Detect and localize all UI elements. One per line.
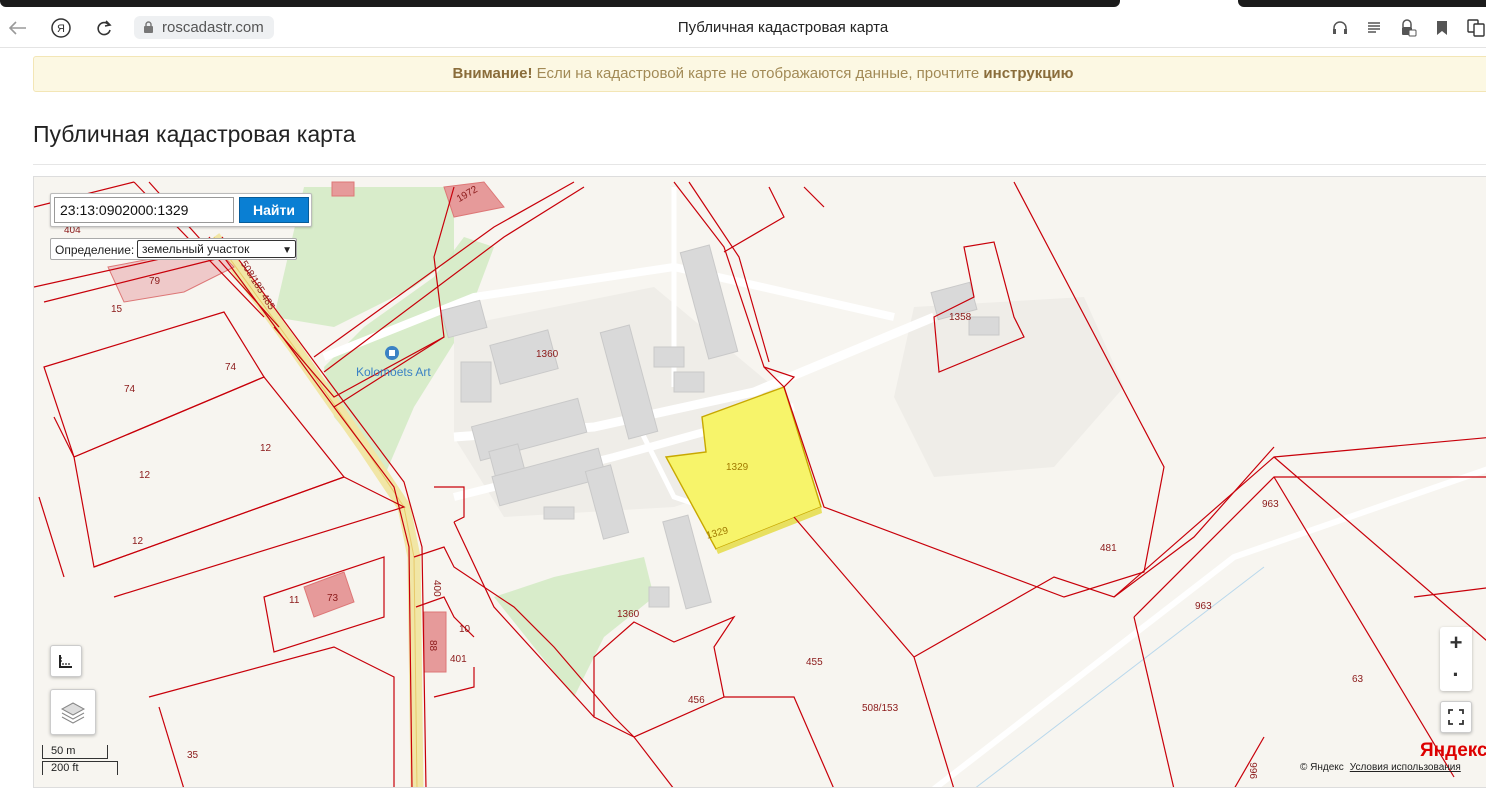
zoom-control: + ·: [1440, 627, 1472, 691]
parcel-label[interactable]: 401: [450, 654, 467, 665]
protect-icon[interactable]: [1398, 18, 1418, 38]
back-arrow-icon[interactable]: [6, 16, 30, 40]
lock-icon: [144, 21, 153, 33]
parcel-label[interactable]: 63: [1352, 674, 1364, 685]
map-canvas[interactable]: Kolomoets Art 1972 404 79 15 74 74 12 12…: [34, 177, 1486, 788]
cadastral-map[interactable]: Kolomoets Art 1972 404 79 15 74 74 12 12…: [33, 176, 1486, 788]
find-button[interactable]: Найти: [239, 197, 309, 223]
layers-button[interactable]: [50, 689, 96, 735]
definition-select-value: земельный участок: [142, 242, 250, 256]
fullscreen-button[interactable]: [1440, 701, 1472, 733]
parcel-label[interactable]: 74: [225, 362, 237, 373]
parcel-label[interactable]: 455: [806, 657, 823, 668]
parcel-label[interactable]: 73: [327, 593, 339, 604]
page-title: Публичная кадастровая карта: [33, 121, 356, 147]
definition-panel: Определение: земельный участок ▼: [50, 238, 297, 260]
bookmark-icon[interactable]: [1432, 18, 1452, 38]
ruler-icon: [59, 655, 72, 668]
window-top-strip: [0, 0, 1486, 8]
parcel-label[interactable]: 11: [289, 595, 300, 606]
url-text: roscadastr.com: [162, 19, 264, 36]
scale-metric: 50 m: [42, 745, 108, 759]
attention-notice: Внимание! Если на кадастровой карте не о…: [33, 56, 1486, 92]
parcel-label[interactable]: 88: [427, 640, 438, 652]
yandex-logo[interactable]: Яндекс: [1420, 740, 1486, 762]
cadastral-search-panel: Найти: [50, 193, 312, 227]
cadastral-number-input[interactable]: [54, 197, 234, 223]
tab-strip-left: [0, 0, 1120, 7]
parcel-label[interactable]: 456: [688, 695, 705, 706]
parcel-label[interactable]: 10: [459, 624, 471, 635]
parcel-label[interactable]: 508/153: [862, 703, 899, 714]
definition-select[interactable]: земельный участок ▼: [137, 240, 296, 258]
fullscreen-icon: [1448, 709, 1464, 725]
parcel-label[interactable]: 1358: [949, 312, 972, 323]
parcel-label[interactable]: 963: [1262, 499, 1279, 510]
terms-link[interactable]: Условия использования: [1350, 762, 1461, 773]
browser-toolbar: Я roscadastr.com Публичная кадастровая к…: [0, 8, 1486, 48]
zoom-out-button[interactable]: ·: [1440, 659, 1472, 691]
reload-icon[interactable]: [92, 16, 116, 40]
layers-icon: [60, 702, 86, 724]
definition-label: Определение:: [55, 243, 135, 257]
tab-strip-right: [1238, 0, 1486, 7]
headphones-icon[interactable]: [1330, 18, 1350, 38]
highlighted-parcel-label[interactable]: 1329: [726, 462, 749, 473]
ruler-button[interactable]: [50, 645, 82, 677]
yandex-home-icon[interactable]: Я: [49, 16, 73, 40]
parcel-label[interactable]: 79: [149, 276, 161, 287]
parcel-label[interactable]: 400: [431, 580, 442, 597]
parcel-label[interactable]: 963: [1195, 601, 1212, 612]
parcel-label[interactable]: 74: [124, 384, 136, 395]
parcel-label[interactable]: 15: [111, 304, 123, 315]
translate-icon[interactable]: [1466, 18, 1486, 38]
reader-mode-icon[interactable]: [1364, 18, 1384, 38]
parcel-label[interactable]: 481: [1100, 543, 1117, 554]
scale-imperial: 200 ft: [42, 761, 118, 775]
parcel-label[interactable]: 12: [139, 470, 151, 481]
notice-bold: Внимание!: [452, 65, 533, 82]
map-copyright: © Яндекс Условия использования: [1300, 762, 1461, 773]
title-divider: [33, 164, 1486, 165]
address-bar[interactable]: roscadastr.com: [134, 16, 274, 39]
parcel-label[interactable]: 966: [1249, 762, 1260, 779]
parcel-label[interactable]: 1360: [617, 609, 640, 620]
copyright-text: © Яндекс: [1300, 762, 1344, 773]
chevron-down-icon: ▼: [282, 245, 292, 256]
instruction-link[interactable]: инструкцию: [983, 65, 1073, 82]
parcel-label[interactable]: 1360: [536, 349, 559, 360]
svg-text:Я: Я: [57, 23, 65, 35]
parcel-label[interactable]: 12: [260, 443, 272, 454]
tab-title: Публичная кадастровая карта: [677, 19, 889, 36]
parcel-label[interactable]: 35: [187, 750, 199, 761]
parcel-label[interactable]: 12: [132, 536, 144, 547]
zoom-in-button[interactable]: +: [1440, 627, 1472, 659]
notice-text: Если на кадастровой карте не отображаютс…: [532, 65, 984, 82]
poi-label[interactable]: Kolomoets Art: [356, 365, 431, 379]
